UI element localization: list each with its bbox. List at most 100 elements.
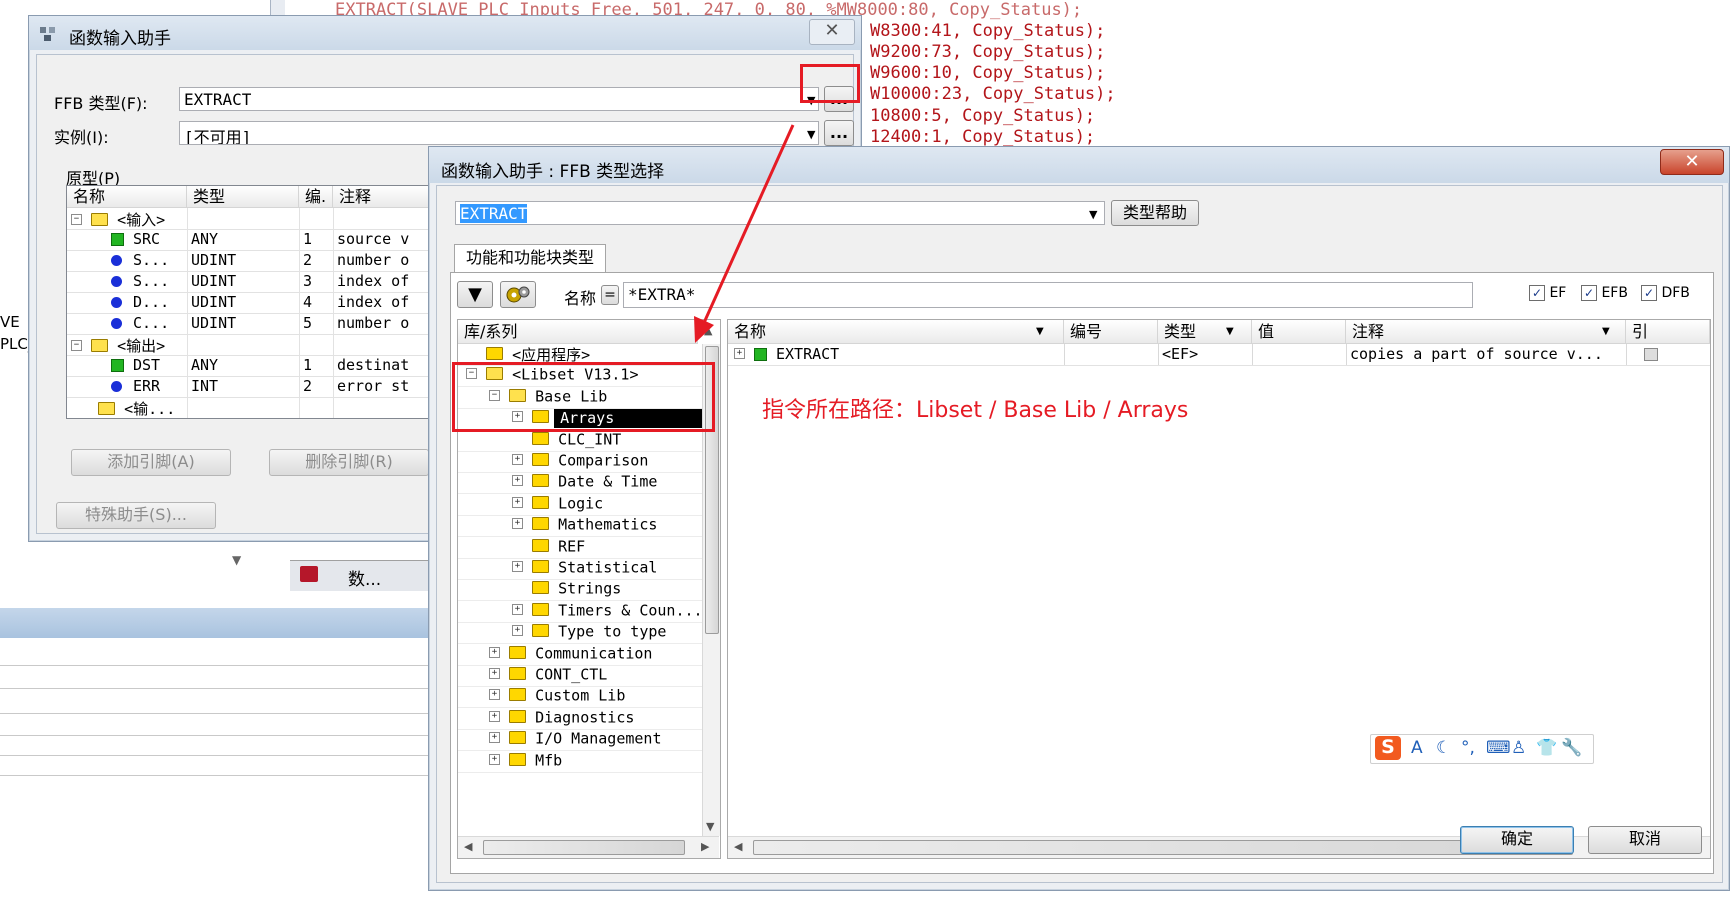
pin-type: INT <box>191 377 219 395</box>
collapse-icon[interactable]: − <box>71 214 82 225</box>
browse-instance-button[interactable]: ... <box>824 120 854 146</box>
column-header-number[interactable]: 编. <box>299 186 333 208</box>
expand-icon[interactable]: + <box>512 625 523 637</box>
tree-item[interactable]: REF <box>458 537 702 559</box>
tree-item[interactable]: Strings <box>458 579 702 602</box>
type-selection-combo[interactable]: EXTRACT <box>455 201 1105 225</box>
column-header-type[interactable]: 类型 <box>187 186 299 208</box>
ffb-list-row[interactable]: + EXTRACT <EF> copies a part of source v..… <box>728 344 1710 366</box>
cancel-button[interactable]: 取消 <box>1588 826 1702 854</box>
sort-asc-icon[interactable]: ▲ <box>704 324 712 337</box>
scrollbar-thumb[interactable] <box>753 840 1573 855</box>
close-icon[interactable]: ✕ <box>1660 149 1724 175</box>
checkbox-ef[interactable]: ✓ EF <box>1529 285 1566 301</box>
tree-item[interactable]: + Mathematics <box>458 515 702 538</box>
prototype-row[interactable]: − <输入> <box>67 208 447 230</box>
prototype-row[interactable]: SRC ANY 1 source v <box>67 229 447 251</box>
scroll-down-icon[interactable]: ▼ <box>232 553 262 573</box>
name-filter-input[interactable]: *EXTRA* <box>623 282 1473 308</box>
close-icon[interactable]: ✕ <box>809 19 855 45</box>
prototype-row[interactable]: S... UDINT 2 number o <box>67 250 447 272</box>
checkbox-dfb[interactable]: ✓ DFB <box>1641 285 1690 301</box>
chevron-down-icon[interactable]: ▼ <box>1602 326 1610 337</box>
tree-item[interactable]: + I/O Management <box>458 729 702 752</box>
wrench-icon[interactable]: 🔧 <box>1561 738 1582 758</box>
prototype-row[interactable]: <输... <box>67 397 447 418</box>
tree-item[interactable]: + CONT_CTL <box>458 665 702 687</box>
prototype-row[interactable]: D... UDINT 4 index of <box>67 292 447 314</box>
expand-icon[interactable]: + <box>734 348 745 359</box>
ok-button[interactable]: 确定 <box>1460 826 1574 854</box>
tree-item[interactable]: + Timers & Coun... <box>458 601 702 623</box>
tree-item[interactable]: + Type to type <box>458 622 702 645</box>
gears-button[interactable] <box>500 281 536 308</box>
expand-icon[interactable]: + <box>512 496 523 508</box>
type-help-button[interactable]: 类型帮助 <box>1111 200 1199 226</box>
keyboard-icon[interactable]: ⌨ <box>1486 738 1511 758</box>
list-header-name[interactable]: 名称 <box>728 320 1064 344</box>
sogou-logo-icon[interactable]: S <box>1375 736 1401 760</box>
tree-item[interactable]: + Comparison <box>458 451 702 473</box>
user-icon[interactable]: ♙ <box>1511 738 1526 758</box>
expand-icon[interactable]: + <box>512 561 523 572</box>
prototype-row[interactable]: S... UDINT 3 index of <box>67 271 447 293</box>
expand-icon[interactable]: + <box>489 732 500 744</box>
language-icon[interactable]: A <box>1411 738 1423 758</box>
tree-item[interactable]: + Custom Lib <box>458 686 702 709</box>
tree-item[interactable]: + Statistical <box>458 558 702 580</box>
prototype-row[interactable]: − <输出> <box>67 334 447 356</box>
list-header-ref[interactable]: 引 <box>1626 320 1710 344</box>
tree-header[interactable]: 库/系列 <box>458 320 698 344</box>
prototype-row[interactable]: DST ANY 1 destinat <box>67 355 447 377</box>
instance-combo[interactable]: [不可用] <box>179 121 819 145</box>
punctuation-icon[interactable]: °, <box>1461 738 1475 758</box>
chevron-down-icon[interactable]: ▼ <box>1089 208 1097 221</box>
add-pin-button[interactable]: 添加引脚(A) <box>71 449 231 476</box>
chevron-down-icon[interactable]: ▼ <box>807 128 815 141</box>
tree-item[interactable]: CLC_INT <box>458 430 702 452</box>
filter-button[interactable]: ▼ <box>457 281 493 308</box>
scroll-down-icon[interactable]: ▼ <box>706 820 714 833</box>
expand-icon[interactable]: + <box>489 668 500 679</box>
special-assistant-button[interactable]: 特殊助手(S)... <box>56 502 216 529</box>
skin-icon[interactable]: 👕 <box>1536 738 1557 758</box>
expand-icon[interactable]: + <box>512 518 523 530</box>
equals-button[interactable]: = <box>601 285 619 305</box>
remove-pin-button[interactable]: 删除引脚(R) <box>269 449 429 476</box>
checkbox-efb[interactable]: ✓ EFB <box>1581 285 1628 301</box>
prototype-row[interactable]: ERR INT 2 error st <box>67 376 447 398</box>
expand-icon[interactable]: + <box>489 710 500 722</box>
list-header-type[interactable]: 类型 <box>1158 320 1252 344</box>
prototype-row[interactable]: C... UDINT 5 number o <box>67 313 447 335</box>
expand-icon[interactable]: + <box>489 646 500 658</box>
collapse-icon[interactable]: − <box>71 340 82 351</box>
expand-icon[interactable]: + <box>489 689 500 701</box>
tree-item[interactable]: + Mfb <box>458 751 702 773</box>
list-header-value[interactable]: 值 <box>1252 320 1346 344</box>
tree-item[interactable]: + Date & Time <box>458 472 702 495</box>
tree-item[interactable]: + Diagnostics <box>458 708 702 730</box>
expand-icon[interactable]: + <box>489 753 500 765</box>
chevron-down-icon[interactable]: ▼ <box>1226 326 1234 337</box>
scroll-left-icon[interactable]: ◀ <box>464 840 472 853</box>
pin-type: ANY <box>191 230 219 248</box>
scroll-right-icon[interactable]: ▶ <box>701 840 709 853</box>
expand-icon[interactable]: + <box>512 475 523 487</box>
ime-toolbar[interactable]: S A ☾ °, ⌨ ♙ 👕 🔧 <box>1370 734 1594 764</box>
scroll-left-icon[interactable]: ◀ <box>734 840 742 853</box>
list-header-number[interactable]: 编号 <box>1064 320 1158 344</box>
chevron-down-icon[interactable]: ▼ <box>1036 326 1044 337</box>
expand-icon[interactable]: + <box>512 603 523 615</box>
tree-horizontal-scrollbar[interactable]: ◀ ▶ <box>458 836 719 858</box>
tree-item[interactable]: + Communication <box>458 644 702 666</box>
moon-icon[interactable]: ☾ <box>1436 738 1451 758</box>
tree-item[interactable]: + Logic <box>458 494 702 516</box>
scrollbar-thumb[interactable] <box>483 840 685 855</box>
tab-functions-and-fb-types[interactable]: 功能和功能块类型 <box>454 244 606 272</box>
expand-icon[interactable]: + <box>512 454 523 465</box>
ffb-type-combo[interactable]: EXTRACT <box>179 87 819 111</box>
tab-data[interactable]: 数... <box>348 565 381 590</box>
column-header-name[interactable]: 名称 <box>67 186 187 208</box>
folder-icon <box>509 709 527 723</box>
list-header-comment[interactable]: 注释 <box>1346 320 1626 344</box>
